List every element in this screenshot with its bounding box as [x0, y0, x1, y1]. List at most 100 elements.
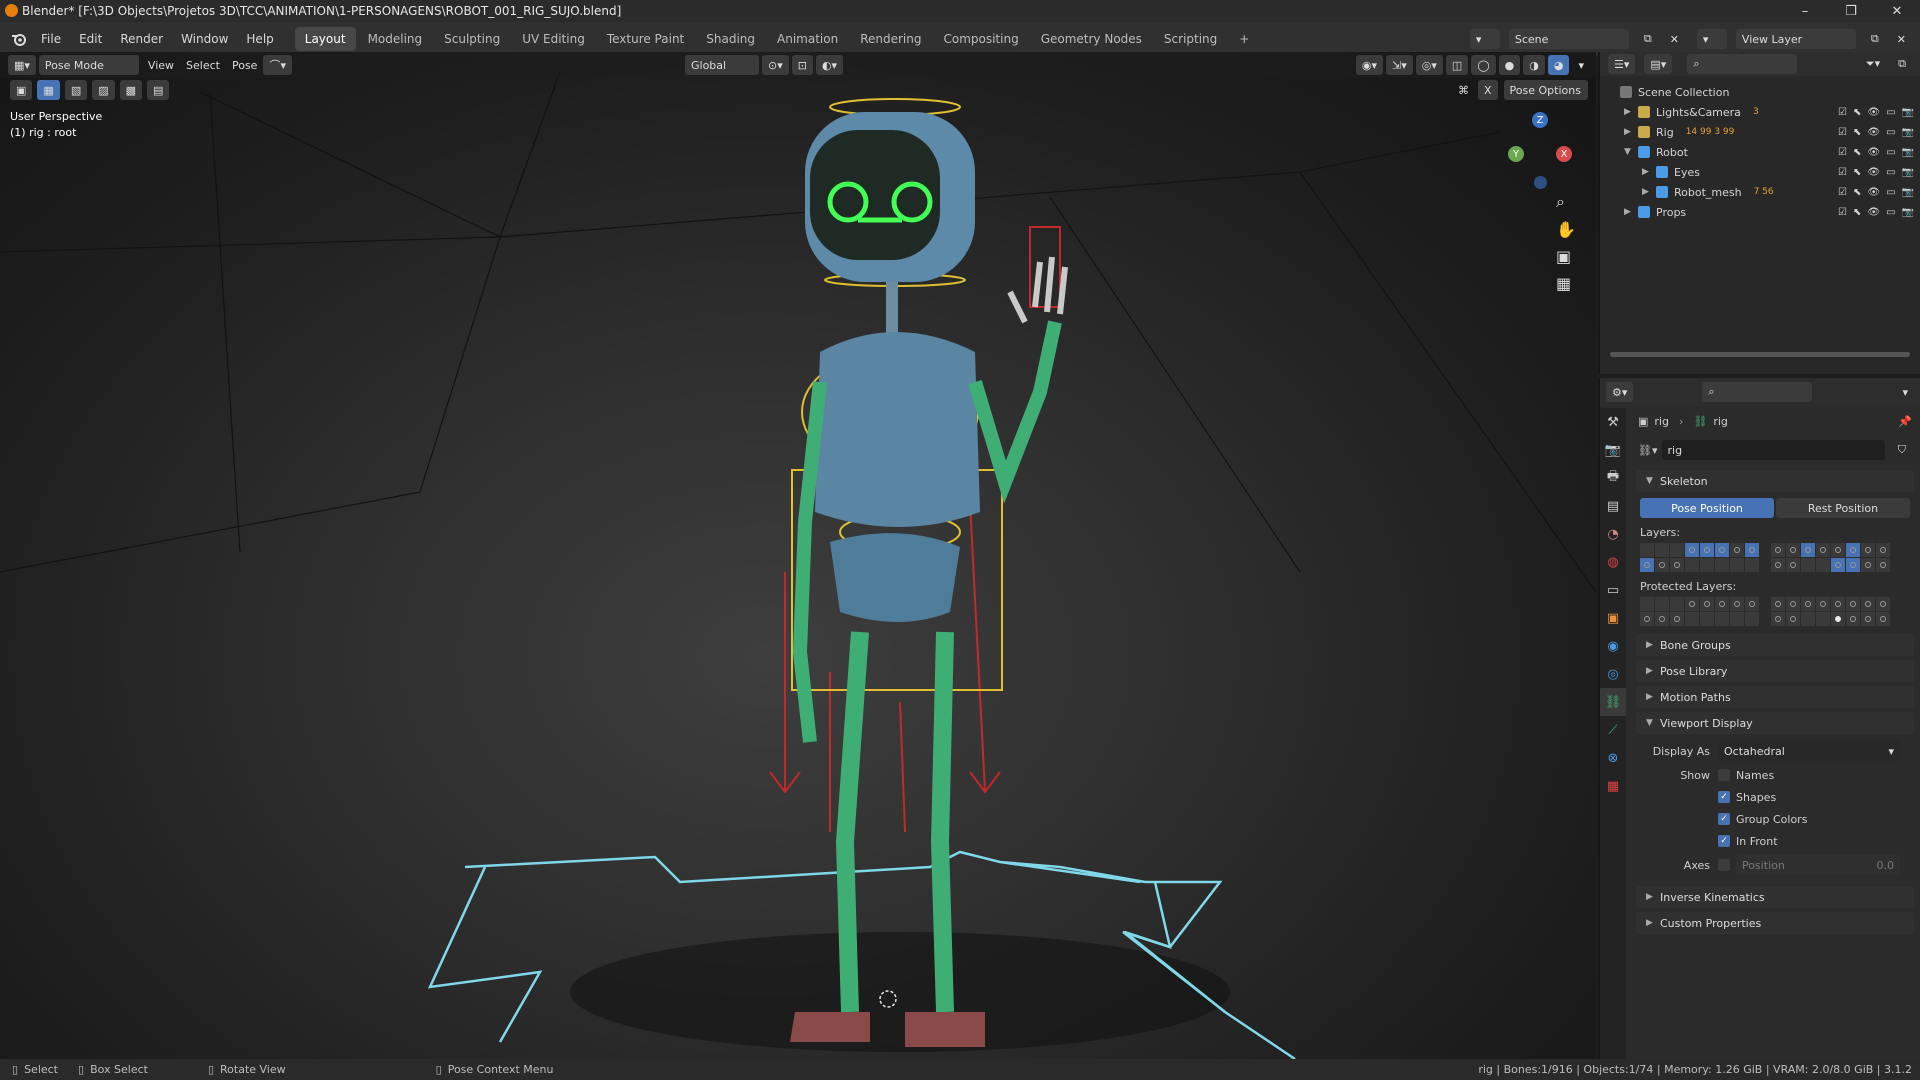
gizmo-z-axis[interactable]: Z [1532, 112, 1548, 128]
tab-compositing[interactable]: Compositing [933, 27, 1028, 51]
xmirror-icon[interactable]: ⌘ [1452, 80, 1475, 100]
delete-scene-icon[interactable]: ✕ [1664, 29, 1685, 49]
render-camera-icon[interactable]: 📷 [1902, 147, 1914, 158]
xray-toggle-icon[interactable]: ◫ [1445, 55, 1469, 75]
viewport-disable-icon[interactable]: ▭ [1886, 207, 1895, 218]
menu-select[interactable]: Select [180, 55, 226, 75]
select-intersect-icon[interactable]: ▤ [147, 80, 170, 100]
curve-dropdown-icon[interactable]: ⌒▾ [263, 55, 292, 75]
modifiers-tab-icon[interactable]: ◉ [1600, 632, 1626, 660]
outliner-editor-type-icon[interactable]: ☰▾ [1608, 54, 1636, 74]
tab-modeling[interactable]: Modeling [358, 27, 433, 51]
bone-layer-toggle[interactable] [1846, 558, 1860, 572]
render-camera-icon[interactable]: 📷 [1902, 187, 1914, 198]
rest-position-button[interactable]: Rest Position [1776, 498, 1910, 518]
select-new-icon[interactable]: ▦ [37, 80, 60, 100]
bone-layer-toggle[interactable] [1700, 597, 1714, 611]
bone-layer-toggle[interactable] [1655, 543, 1669, 557]
new-scene-icon[interactable]: ⧉ [1638, 29, 1658, 49]
shading-rendered-icon[interactable]: ◕ [1547, 55, 1570, 75]
bone-layer-toggle[interactable] [1831, 612, 1845, 626]
bone-layer-toggle[interactable] [1715, 612, 1729, 626]
new-collection-icon[interactable]: ⧉ [1892, 54, 1912, 74]
visibility-eye-icon[interactable]: 👁 [1867, 107, 1880, 118]
bone-layer-toggle[interactable] [1670, 612, 1684, 626]
bone-layer-toggle[interactable] [1655, 612, 1669, 626]
motion-paths-panel-header[interactable]: ▶ Motion Paths [1636, 686, 1914, 708]
bone-layer-toggle[interactable] [1861, 597, 1875, 611]
bone-layer-toggle[interactable] [1745, 597, 1759, 611]
view-layer-tab-icon[interactable]: ▤ [1600, 492, 1626, 520]
bone-groups-panel-header[interactable]: ▶ Bone Groups [1636, 634, 1914, 656]
selectable-icon[interactable]: ⬉ [1853, 127, 1861, 138]
delete-view-layer-icon[interactable]: ✕ [1891, 29, 1912, 49]
selectable-icon[interactable]: ⬉ [1853, 107, 1861, 118]
bone-layer-toggle[interactable] [1876, 612, 1890, 626]
transform-orientation-selector[interactable]: Global [684, 55, 759, 75]
bone-layer-toggle[interactable] [1771, 558, 1785, 572]
shading-material-icon[interactable]: ◑ [1523, 55, 1545, 75]
bone-layer-toggle[interactable] [1715, 597, 1729, 611]
bone-layer-toggle[interactable] [1640, 558, 1654, 572]
add-workspace-button[interactable]: + [1229, 27, 1259, 51]
skeleton-panel-header[interactable]: ▼ Skeleton [1636, 470, 1914, 492]
tool-icon[interactable]: ▣ [10, 80, 33, 100]
outliner-row[interactable]: ▶ Props ☑ ⬉ 👁 ▭ 📷 [1600, 202, 1920, 222]
bone-layer-toggle[interactable] [1685, 612, 1699, 626]
render-camera-icon[interactable]: 📷 [1902, 127, 1914, 138]
gizmo-y-axis[interactable]: Y [1508, 146, 1524, 162]
bone-layer-toggle[interactable] [1685, 543, 1699, 557]
bone-layer-toggle[interactable] [1876, 543, 1890, 557]
viewport-disable-icon[interactable]: ▭ [1886, 107, 1895, 118]
bone-layer-toggle[interactable] [1861, 612, 1875, 626]
scene-selector[interactable]: Scene [1508, 29, 1629, 49]
properties-editor-type-icon[interactable]: ⚙▾ [1606, 382, 1634, 402]
bone-layer-toggle[interactable] [1816, 543, 1830, 557]
outliner-scrollbar[interactable] [1610, 352, 1910, 357]
tab-texture-paint[interactable]: Texture Paint [597, 27, 694, 51]
visibility-eye-icon[interactable]: 👁 [1867, 147, 1880, 158]
select-invert-icon[interactable]: ▩ [119, 80, 143, 100]
viewport-disable-icon[interactable]: ▭ [1886, 187, 1895, 198]
bone-layer-toggle[interactable] [1816, 612, 1830, 626]
output-tab-icon[interactable]: 🖶 [1600, 464, 1626, 492]
minimize-button[interactable]: – [1782, 0, 1828, 22]
menu-render[interactable]: Render [111, 22, 172, 56]
exclude-checkbox-icon[interactable]: ☑ [1838, 187, 1847, 198]
bone-constraints-tab-icon[interactable]: ⊗ [1600, 744, 1626, 772]
menu-file[interactable]: File [32, 22, 70, 56]
bone-layer-toggle[interactable] [1816, 597, 1830, 611]
tab-animation[interactable]: Animation [767, 27, 848, 51]
bone-layer-toggle[interactable] [1730, 558, 1744, 572]
tool-tab-icon[interactable]: ⚒ [1600, 408, 1626, 436]
outliner-row[interactable]: ▶ Rig 14 99 3 99 ☑ ⬉ 👁 ▭ 📷 [1600, 122, 1920, 142]
viewport-3d[interactable]: User Perspective (1) rig : root Z Y X ⌕ … [0, 52, 1596, 1059]
proportional-editing-icon[interactable]: ◐▾ [815, 55, 844, 75]
viewport-display-panel-header[interactable]: ▼ Viewport Display [1636, 712, 1914, 734]
bone-layer-toggle[interactable] [1640, 612, 1654, 626]
visibility-eye-icon[interactable]: 👁 [1867, 167, 1880, 178]
zoom-icon[interactable]: ⌕ [1556, 192, 1576, 212]
tab-uv-editing[interactable]: UV Editing [512, 27, 595, 51]
shapes-checkbox[interactable]: ✓ [1718, 791, 1730, 803]
bone-layer-toggle[interactable] [1846, 597, 1860, 611]
disclosure-collapsed-icon[interactable]: ▶ [1624, 127, 1638, 137]
scene-tab-icon[interactable]: ◔ [1600, 520, 1626, 548]
outliner-row[interactable]: ▶ Robot_mesh 7 56 ☑ ⬉ 👁 ▭ 📷 [1600, 182, 1920, 202]
bone-layer-toggle[interactable] [1831, 597, 1845, 611]
bone-layer-toggle[interactable] [1715, 543, 1729, 557]
close-window-button[interactable]: ✕ [1874, 0, 1920, 22]
bone-layer-toggle[interactable] [1670, 543, 1684, 557]
gizmo-neg-z[interactable] [1534, 176, 1547, 189]
snapping-icon[interactable]: ⊡ [791, 55, 813, 75]
bone-layer-toggle[interactable] [1801, 612, 1815, 626]
exclude-checkbox-icon[interactable]: ☑ [1838, 107, 1847, 118]
bone-layer-toggle[interactable] [1831, 558, 1845, 572]
mode-selector[interactable]: Pose Mode [38, 55, 139, 75]
menu-edit[interactable]: Edit [70, 22, 111, 56]
bone-layer-toggle[interactable] [1861, 543, 1875, 557]
axes-checkbox[interactable] [1718, 859, 1730, 871]
select-subtract-icon[interactable]: ▨ [92, 80, 115, 100]
names-checkbox[interactable] [1718, 769, 1730, 781]
selectable-icon[interactable]: ⬉ [1853, 207, 1861, 218]
